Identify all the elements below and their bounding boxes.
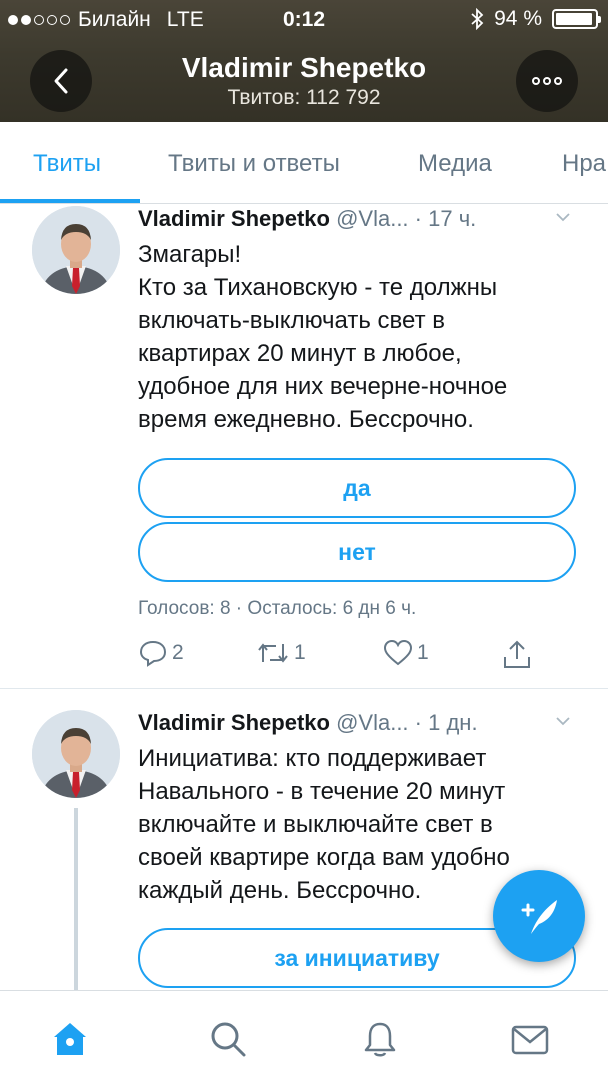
share-icon bbox=[504, 640, 530, 668]
heart-icon bbox=[383, 639, 413, 666]
separator: · bbox=[414, 710, 422, 735]
active-tab-indicator bbox=[0, 199, 140, 203]
bell-icon bbox=[364, 1022, 396, 1057]
tweet-item[interactable]: Vladimir Shepetko @Vla... · 17 ч. Змагар… bbox=[0, 206, 608, 686]
tweet-actions: 2 1 1 bbox=[138, 638, 558, 678]
like-button[interactable]: 1 bbox=[383, 638, 429, 668]
poll-option-yes[interactable]: да bbox=[138, 458, 576, 518]
tab-tweets-and-replies[interactable]: Твиты и ответы bbox=[168, 150, 340, 178]
share-button[interactable] bbox=[502, 638, 532, 670]
author-name[interactable]: Vladimir Shepetko bbox=[138, 206, 330, 231]
compose-tweet-button[interactable] bbox=[493, 870, 585, 962]
reply-count: 2 bbox=[172, 641, 184, 664]
mail-icon bbox=[511, 1025, 549, 1055]
timestamp: 17 ч. bbox=[428, 206, 477, 231]
nav-search[interactable] bbox=[206, 1017, 250, 1061]
tweet-header: Vladimir Shepetko @Vla... · 17 ч. bbox=[138, 206, 578, 232]
nav-messages[interactable] bbox=[508, 1017, 552, 1061]
tweet-text: Змагары! Кто за Тихановскую - те должны … bbox=[138, 241, 508, 433]
poll-status: Голосов: 8 · Осталось: 6 дн 6 ч. bbox=[138, 598, 417, 619]
timestamp: 1 дн. bbox=[428, 710, 478, 735]
profile-header: Билайн LTE 0:12 94 % Vladimir Shepetko Т… bbox=[0, 0, 608, 122]
avatar[interactable] bbox=[32, 710, 120, 798]
author-handle: @Vla... bbox=[336, 206, 409, 231]
bluetooth-icon bbox=[471, 8, 484, 30]
tab-tweets[interactable]: Твиты bbox=[33, 150, 101, 178]
tweet-divider bbox=[0, 688, 608, 689]
separator: · bbox=[414, 206, 422, 231]
home-icon bbox=[54, 1023, 86, 1055]
author-name[interactable]: Vladimir Shepetko bbox=[138, 710, 330, 735]
battery-percent: 94 % bbox=[494, 7, 542, 30]
profile-tabs: Твиты Твиты и ответы Медиа Нра bbox=[0, 122, 608, 204]
nav-home[interactable] bbox=[48, 1017, 92, 1061]
chevron-down-icon[interactable] bbox=[556, 210, 570, 224]
retweet-count: 1 bbox=[294, 641, 306, 664]
tweet-header: Vladimir Shepetko @Vla... · 1 дн. bbox=[138, 710, 578, 736]
chevron-down-icon[interactable] bbox=[556, 714, 570, 728]
retweet-button[interactable]: 1 bbox=[256, 638, 306, 668]
retweet-icon bbox=[258, 643, 288, 663]
reply-icon bbox=[139, 640, 167, 667]
reply-button[interactable]: 2 bbox=[138, 638, 184, 668]
more-options-button[interactable] bbox=[516, 50, 578, 112]
compose-tweet-icon bbox=[521, 900, 557, 934]
bottom-nav bbox=[0, 990, 608, 1080]
avatar[interactable] bbox=[32, 206, 120, 294]
battery-icon bbox=[552, 9, 601, 29]
search-icon bbox=[211, 1022, 246, 1057]
poll-option-no[interactable]: нет bbox=[138, 522, 576, 582]
tab-likes[interactable]: Нра bbox=[562, 150, 606, 178]
tab-media[interactable]: Медиа bbox=[418, 150, 492, 178]
nav-notifications[interactable] bbox=[358, 1017, 402, 1061]
author-handle: @Vla... bbox=[336, 710, 409, 735]
more-horizontal-icon bbox=[532, 77, 562, 85]
like-count: 1 bbox=[417, 641, 429, 664]
status-bar: Билайн LTE 0:12 94 % bbox=[0, 0, 608, 40]
